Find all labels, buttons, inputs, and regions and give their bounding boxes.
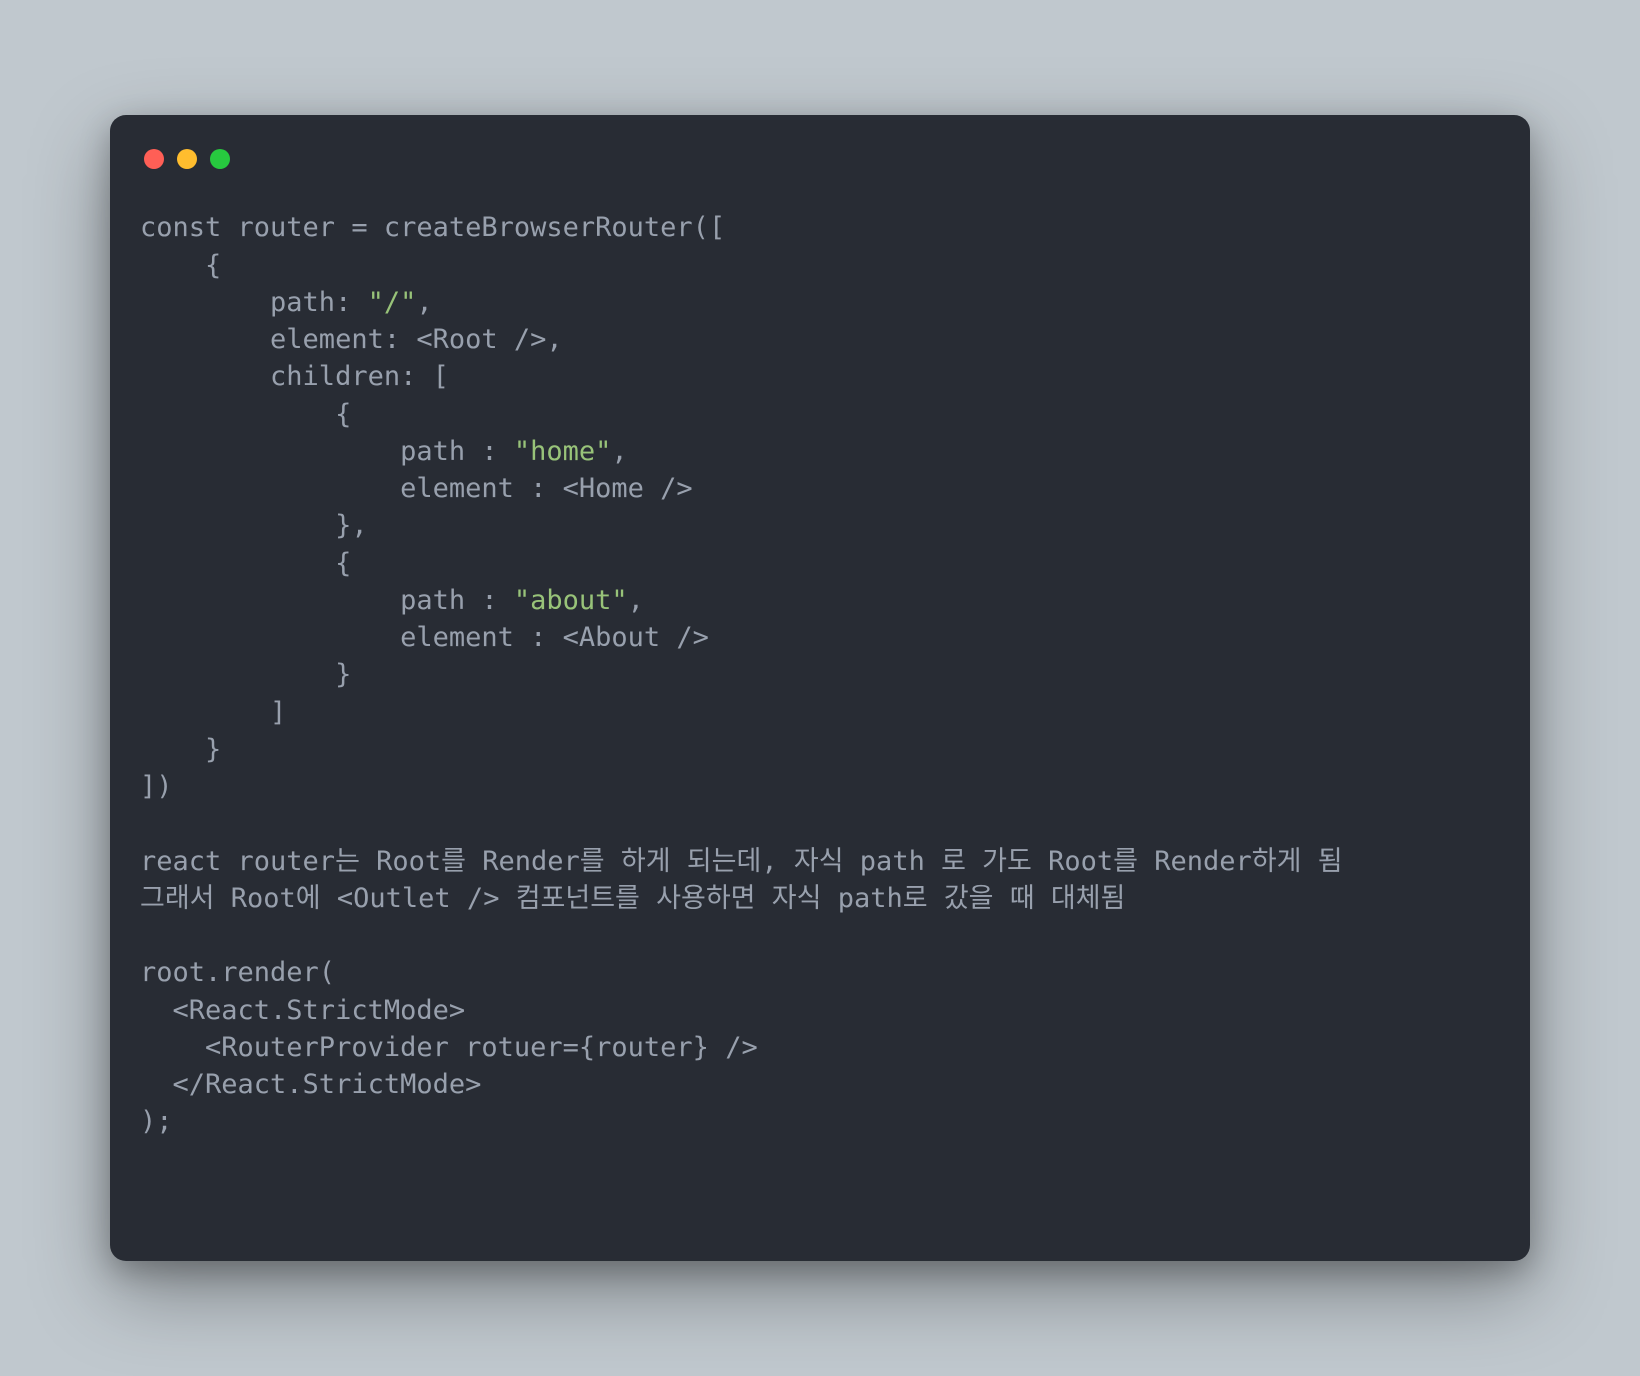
string-literal: "home" [514, 436, 612, 467]
code-line: } [140, 659, 351, 690]
code-line: element: <Root />, [140, 324, 563, 355]
comment-line: 그래서 Root에 <Outlet /> 컴포넌트를 사용하면 자식 path로… [140, 883, 1125, 914]
code-line: , [628, 585, 644, 616]
code-window: const router = createBrowserRouter([ { p… [110, 115, 1530, 1260]
code-line: , [611, 436, 627, 467]
string-literal: "about" [514, 585, 628, 616]
code-line: , [416, 287, 432, 318]
code-line: <RouterProvider rotuer={router} /> [140, 1032, 758, 1063]
code-line: element : <About /> [140, 622, 709, 653]
code-line: ]) [140, 771, 173, 802]
code-line: root.render( [140, 957, 335, 988]
code-line: path : [140, 585, 514, 616]
close-icon[interactable] [144, 149, 164, 169]
code-line: { [140, 399, 351, 430]
code-line: { [140, 548, 351, 579]
code-line: path : [140, 436, 514, 467]
code-line: ); [140, 1106, 173, 1137]
comment-line: react router는 Root를 Render를 하게 되는데, 자식 p… [140, 846, 1343, 877]
code-line: { [140, 250, 221, 281]
code-line: element : <Home /> [140, 473, 693, 504]
string-literal: "/" [368, 287, 417, 318]
code-line: <React.StrictMode> [140, 995, 465, 1026]
code-line: path: [140, 287, 368, 318]
code-block: const router = createBrowserRouter([ { p… [140, 209, 1500, 1140]
maximize-icon[interactable] [210, 149, 230, 169]
code-line: children: [ [140, 361, 449, 392]
code-line: const router = createBrowserRouter([ [140, 212, 725, 243]
code-line: ] [140, 697, 286, 728]
code-line: }, [140, 510, 368, 541]
minimize-icon[interactable] [177, 149, 197, 169]
code-line: } [140, 734, 221, 765]
code-line: </React.StrictMode> [140, 1069, 481, 1100]
traffic-lights [144, 149, 1500, 169]
